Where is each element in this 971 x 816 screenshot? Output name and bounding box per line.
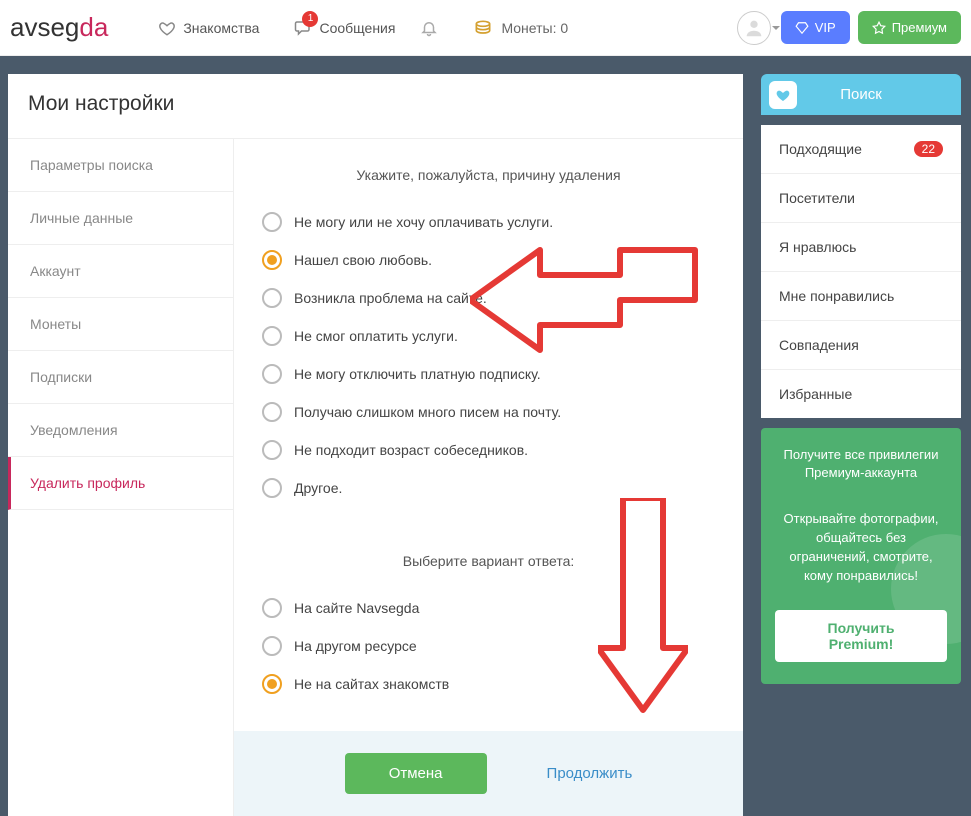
right-item-label: Я нравлюсь [779, 239, 856, 255]
delete-form: Укажите, пожалуйста, причину удаления Не… [233, 138, 743, 816]
right-item-label: Подходящие [779, 141, 862, 157]
reason-label: Не могу отключить платную подписку. [294, 366, 541, 382]
sidebar-item-delete-profile[interactable]: Удалить профиль [8, 457, 233, 510]
source-label: На другом ресурсе [294, 638, 417, 654]
sidebar-item-subscriptions[interactable]: Подписки [8, 351, 233, 404]
right-item-label: Мне понравились [779, 288, 894, 304]
right-item-i-liked[interactable]: Мне понравились [761, 272, 961, 321]
logo-text-2: da [79, 12, 108, 42]
right-item-label: Избранные [779, 386, 852, 402]
radio-icon [262, 598, 282, 618]
hearts-icon [158, 19, 176, 37]
radio-icon [262, 440, 282, 460]
reason-label: Не подходит возраст собеседников. [294, 442, 528, 458]
settings-body: Параметры поиска Личные данные Аккаунт М… [8, 138, 743, 816]
right-item-label: Посетители [779, 190, 855, 206]
nav-notifications[interactable] [420, 19, 438, 37]
reason-label: Возникла проблема на сайте. [294, 290, 487, 306]
radio-icon [262, 478, 282, 498]
radio-icon [262, 250, 282, 270]
star-icon [872, 21, 886, 35]
premium-label: Премиум [892, 20, 947, 35]
nav-messages[interactable]: 1 Сообщения [294, 19, 395, 37]
right-item-badge: 22 [914, 141, 943, 157]
logo-text-1: avseg [10, 12, 79, 42]
reason-option-2[interactable]: Возникла проблема на сайте. [262, 279, 715, 317]
nav-coins[interactable]: Монеты: 0 [473, 18, 568, 38]
reason-label: Нашел свою любовь. [294, 252, 432, 268]
radio-icon [262, 674, 282, 694]
vip-label: VIP [815, 20, 836, 35]
sidebar-item-account[interactable]: Аккаунт [8, 245, 233, 298]
messages-badge: 1 [302, 11, 318, 27]
nav-dating[interactable]: Знакомства [158, 19, 259, 37]
right-item-label: Совпадения [779, 337, 859, 353]
nav: Знакомства 1 Сообщения Монеты: 0 [158, 18, 726, 38]
logo[interactable]: avsegda [10, 12, 108, 43]
radio-icon [262, 636, 282, 656]
sidebar-item-personal[interactable]: Личные данные [8, 192, 233, 245]
search-tab[interactable]: Поиск [761, 74, 961, 115]
sidebar-item-search-params[interactable]: Параметры поиска [8, 139, 233, 192]
radio-icon [262, 212, 282, 232]
reason-label: Не смог оплатить услуги. [294, 328, 458, 344]
radio-icon [262, 288, 282, 308]
reason-label: Другое. [294, 480, 342, 496]
sidebar-item-notifications[interactable]: Уведомления [8, 404, 233, 457]
settings-sidebar: Параметры поиска Личные данные Аккаунт М… [8, 138, 233, 816]
right-panel: Поиск Подходящие 22 Посетители Я нравлюсь… [761, 74, 961, 816]
avatar-menu[interactable] [737, 11, 771, 45]
coins-label: Монеты: 0 [501, 20, 568, 36]
right-item-likes-me[interactable]: Я нравлюсь [761, 223, 961, 272]
reason-heading: Укажите, пожалуйста, причину удаления [234, 139, 743, 203]
diamond-icon [795, 21, 809, 35]
coins-icon [473, 18, 493, 38]
reason-list: Не могу или не хочу оплачивать услуги. Н… [234, 203, 743, 525]
form-footer: Отмена Продолжить [234, 731, 743, 816]
source-heading: Выберите вариант ответа: [234, 525, 743, 589]
settings-panel: Мои настройки Параметры поиска Личные да… [8, 74, 743, 816]
reason-option-3[interactable]: Не смог оплатить услуги. [262, 317, 715, 355]
radio-icon [262, 364, 282, 384]
premium-promo: Получите все привилегии Премиум-аккаунта… [761, 428, 961, 684]
right-item-mutual[interactable]: Совпадения [761, 321, 961, 370]
continue-button[interactable]: Продолжить [547, 753, 633, 794]
search-tab-label: Поиск [840, 86, 882, 103]
premium-button[interactable]: Премиум [858, 11, 961, 44]
source-list: На сайте Navsegda На другом ресурсе Не н… [234, 589, 743, 721]
nav-dating-label: Знакомства [183, 20, 259, 36]
reason-option-0[interactable]: Не могу или не хочу оплачивать услуги. [262, 203, 715, 241]
right-item-favorites[interactable]: Избранные [761, 370, 961, 418]
header: avsegda Знакомства 1 Сообщения Монеты: 0… [0, 0, 971, 56]
reason-label: Не могу или не хочу оплачивать услуги. [294, 214, 553, 230]
radio-icon [262, 402, 282, 422]
bell-icon [420, 19, 438, 37]
sidebar-item-coins[interactable]: Монеты [8, 298, 233, 351]
heart-icon [769, 81, 797, 109]
nav-messages-label: Сообщения [319, 20, 395, 36]
source-option-1[interactable]: На другом ресурсе [262, 627, 715, 665]
cancel-button[interactable]: Отмена [345, 753, 487, 794]
right-item-visitors[interactable]: Посетители [761, 174, 961, 223]
right-list: Подходящие 22 Посетители Я нравлюсь Мне п… [761, 125, 961, 418]
person-icon [743, 17, 765, 39]
right-item-matches[interactable]: Подходящие 22 [761, 125, 961, 174]
promo-title: Получите все привилегии Премиум-аккаунта [775, 446, 947, 482]
page-title: Мои настройки [8, 74, 743, 138]
reason-option-5[interactable]: Получаю слишком много писем на почту. [262, 393, 715, 431]
source-option-2[interactable]: Не на сайтах знакомств [262, 665, 715, 703]
source-label: На сайте Navsegda [294, 600, 419, 616]
reason-option-6[interactable]: Не подходит возраст собеседников. [262, 431, 715, 469]
source-label: Не на сайтах знакомств [294, 676, 449, 692]
reason-option-4[interactable]: Не могу отключить платную подписку. [262, 355, 715, 393]
source-option-0[interactable]: На сайте Navsegda [262, 589, 715, 627]
reason-option-7[interactable]: Другое. [262, 469, 715, 507]
reason-label: Получаю слишком много писем на почту. [294, 404, 561, 420]
reason-option-1[interactable]: Нашел свою любовь. [262, 241, 715, 279]
radio-icon [262, 326, 282, 346]
main: Мои настройки Параметры поиска Личные да… [0, 56, 971, 816]
vip-button[interactable]: VIP [781, 11, 850, 44]
